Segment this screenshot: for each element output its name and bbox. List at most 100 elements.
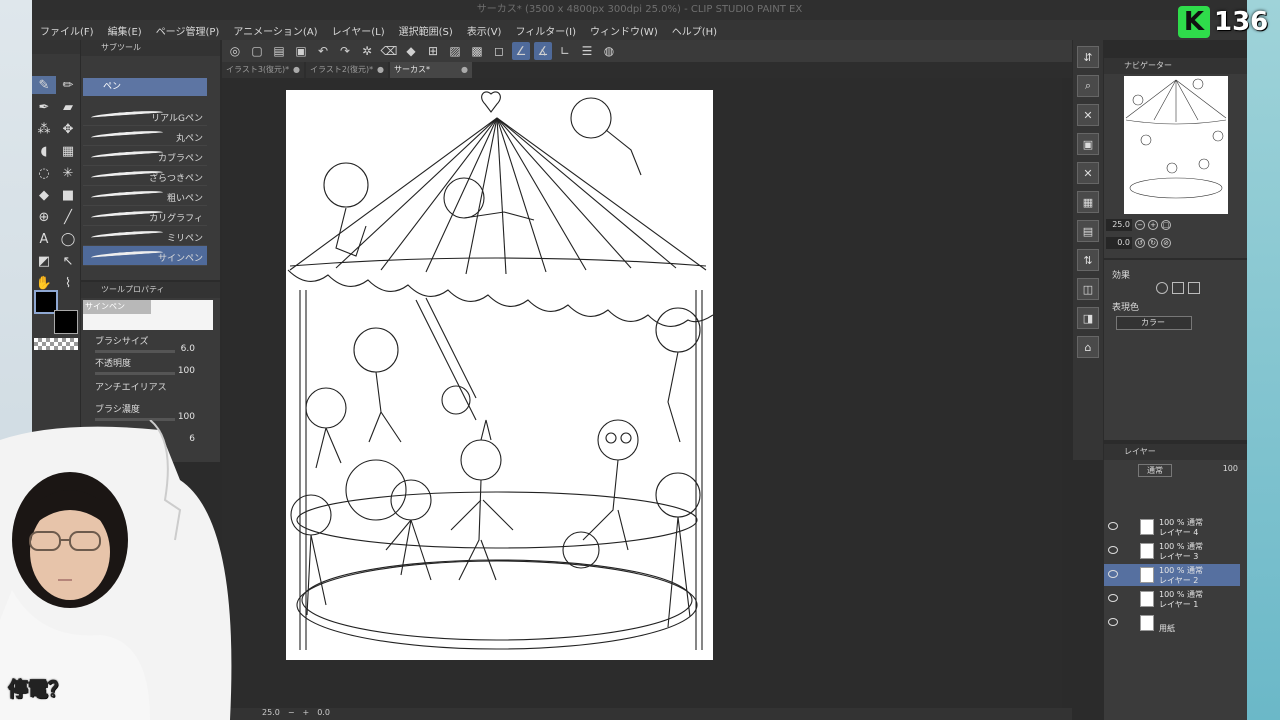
brush-item[interactable]: リアルGペン <box>83 106 207 126</box>
layer-search-icon[interactable]: ▣ <box>1077 133 1099 155</box>
loading-icon[interactable]: ✲ <box>358 42 376 60</box>
menu-layer[interactable]: レイヤー(L) <box>332 23 385 38</box>
brush-size-slider[interactable] <box>95 350 175 353</box>
tab-circus[interactable]: サーカス* ● <box>390 62 472 78</box>
zoom-out-icon[interactable]: − <box>1135 220 1145 230</box>
eye-icon[interactable] <box>1108 522 1118 530</box>
menu-help[interactable]: ヘルプ(H) <box>672 23 717 38</box>
close-icon[interactable]: ● <box>377 62 384 78</box>
snap-special-ruler-icon[interactable]: ∡ <box>534 42 552 60</box>
layer-item-paper[interactable]: 用紙 <box>1104 612 1240 634</box>
quick-access-icon[interactable]: ◨ <box>1077 307 1099 329</box>
color-select[interactable]: カラー <box>1116 316 1192 330</box>
opacity-value[interactable]: 100 <box>178 366 195 376</box>
brush-item[interactable]: カブラペン <box>83 146 207 166</box>
pencil-tool-icon[interactable]: ✏ <box>56 76 80 94</box>
save-icon[interactable]: ▣ <box>292 42 310 60</box>
open-file-icon[interactable]: ▤ <box>270 42 288 60</box>
move-tool-icon[interactable]: ✥ <box>56 120 80 138</box>
menu-animation[interactable]: アニメーション(A) <box>233 23 317 38</box>
menu-edit[interactable]: 編集(E) <box>108 23 142 38</box>
figure-tool-icon[interactable]: ╱ <box>56 208 80 226</box>
close-icon[interactable]: ✕ <box>1077 104 1099 126</box>
tone-effect-icon[interactable] <box>1172 282 1184 294</box>
zoom-field[interactable]: 25.0 <box>1106 219 1132 231</box>
status-angle[interactable]: 0.0 <box>317 708 330 720</box>
border-effect-icon[interactable] <box>1156 282 1168 294</box>
undo-icon[interactable]: ↶ <box>314 42 332 60</box>
subtool-group-pen[interactable]: ペン <box>83 78 207 96</box>
canvas-paper[interactable] <box>286 90 714 660</box>
frame-tool-icon[interactable]: ◩ <box>32 252 56 270</box>
brush-item[interactable]: 丸ペン <box>83 126 207 146</box>
brush-item[interactable]: ミリペン <box>83 226 207 246</box>
fit-icon[interactable]: □ <box>1161 220 1171 230</box>
antialias-row[interactable]: アンチエイリアス <box>95 380 205 394</box>
text-tool-icon[interactable]: A <box>32 230 56 248</box>
assets-icon[interactable]: ◍ <box>600 42 618 60</box>
sub-view-icon[interactable]: ⌂ <box>1077 336 1099 358</box>
menu-selection[interactable]: 選択範囲(S) <box>399 23 453 38</box>
auto-action-icon[interactable]: ⇅ <box>1077 249 1099 271</box>
blend-mode-select[interactable]: 通常 <box>1138 464 1172 477</box>
auto-select-tool-icon[interactable]: ✳ <box>56 164 80 182</box>
zoom-in-icon[interactable]: + <box>1148 220 1158 230</box>
list-icon[interactable]: ☰ <box>578 42 596 60</box>
menu-filter[interactable]: フィルター(I) <box>515 23 576 38</box>
history-icon[interactable]: ▤ <box>1077 220 1099 242</box>
gradient-tool-icon[interactable]: ■ <box>56 186 80 204</box>
eye-icon[interactable] <box>1108 570 1118 578</box>
new-file-icon[interactable]: ▢ <box>248 42 266 60</box>
menu-page[interactable]: ページ管理(P) <box>156 23 220 38</box>
snap-grid-icon[interactable]: ∟ <box>556 42 574 60</box>
brush-size-value[interactable]: 6.0 <box>181 344 195 354</box>
brush-item[interactable]: ざらつきペン <box>83 166 207 186</box>
menu-window[interactable]: ウィンドウ(W) <box>590 23 658 38</box>
redo-icon[interactable]: ↷ <box>336 42 354 60</box>
status-zoom[interactable]: 25.0 <box>262 708 280 720</box>
panel-toggle-icon[interactable]: ⇵ <box>1077 46 1099 68</box>
tab-illust3[interactable]: イラスト3(復元)* ● <box>222 62 304 78</box>
rotate-left-icon[interactable]: ↺ <box>1135 238 1145 248</box>
density-row[interactable]: ブラシ濃度 100 <box>95 402 205 422</box>
tab-illust2[interactable]: イラスト2(復元)* ● <box>306 62 388 78</box>
close-icon[interactable]: ✕ <box>1077 162 1099 184</box>
invert-selection-icon[interactable]: ▩ <box>468 42 486 60</box>
status-zoom-out-icon[interactable]: − <box>288 708 295 720</box>
eye-icon[interactable] <box>1108 594 1118 602</box>
snap-ruler-icon[interactable]: ∠ <box>512 42 530 60</box>
layer-item-4[interactable]: 100 % 通常 レイヤー 4 <box>1104 516 1240 538</box>
layer-opacity-field[interactable]: 100 <box>1223 464 1238 473</box>
eraser-tool-icon[interactable]: ▰ <box>56 98 80 116</box>
rotate-right-icon[interactable]: ↻ <box>1148 238 1158 248</box>
correct-line-tool-icon[interactable]: ↖ <box>56 252 80 270</box>
brush-tool-icon[interactable]: ✒ <box>32 98 56 116</box>
fill-tool-icon[interactable]: ◆ <box>32 186 56 204</box>
decoration-tool-icon[interactable]: ⁂ <box>32 120 56 138</box>
material-icon[interactable]: ▦ <box>1077 191 1099 213</box>
balloon-tool-icon[interactable]: ◯ <box>56 230 80 248</box>
opacity-slider[interactable] <box>95 372 175 375</box>
selection-icon[interactable]: ◻ <box>490 42 508 60</box>
deselect-icon[interactable]: ▨ <box>446 42 464 60</box>
navigator-thumbnail[interactable] <box>1124 76 1228 214</box>
clear-icon[interactable]: ⌫ <box>380 42 398 60</box>
layer-item-3[interactable]: 100 % 通常 レイヤー 3 <box>1104 540 1240 562</box>
clip-studio-icon[interactable]: ◎ <box>226 42 244 60</box>
rotate-field[interactable]: 0.0 <box>1106 237 1132 249</box>
eye-icon[interactable] <box>1108 546 1118 554</box>
grid-tool-icon[interactable]: ▦ <box>56 142 80 160</box>
brush-item[interactable]: 粗いペン <box>83 186 207 206</box>
search-icon[interactable]: ⌕ <box>1077 75 1099 97</box>
status-zoom-in-icon[interactable]: + <box>303 708 310 720</box>
layer-item-2[interactable]: 100 % 通常 レイヤー 2 <box>1104 564 1240 586</box>
layer-color-icon[interactable] <box>1188 282 1200 294</box>
sub-color-swatch[interactable] <box>54 310 78 334</box>
transform-icon[interactable]: ⊞ <box>424 42 442 60</box>
item-bank-icon[interactable]: ◫ <box>1077 278 1099 300</box>
reset-rotate-icon[interactable]: ⊘ <box>1161 238 1171 248</box>
menu-view[interactable]: 表示(V) <box>467 23 502 38</box>
close-icon[interactable]: ● <box>461 62 468 78</box>
opacity-row[interactable]: 不透明度 100 <box>95 356 205 376</box>
transparent-color-swatch[interactable] <box>34 338 78 350</box>
